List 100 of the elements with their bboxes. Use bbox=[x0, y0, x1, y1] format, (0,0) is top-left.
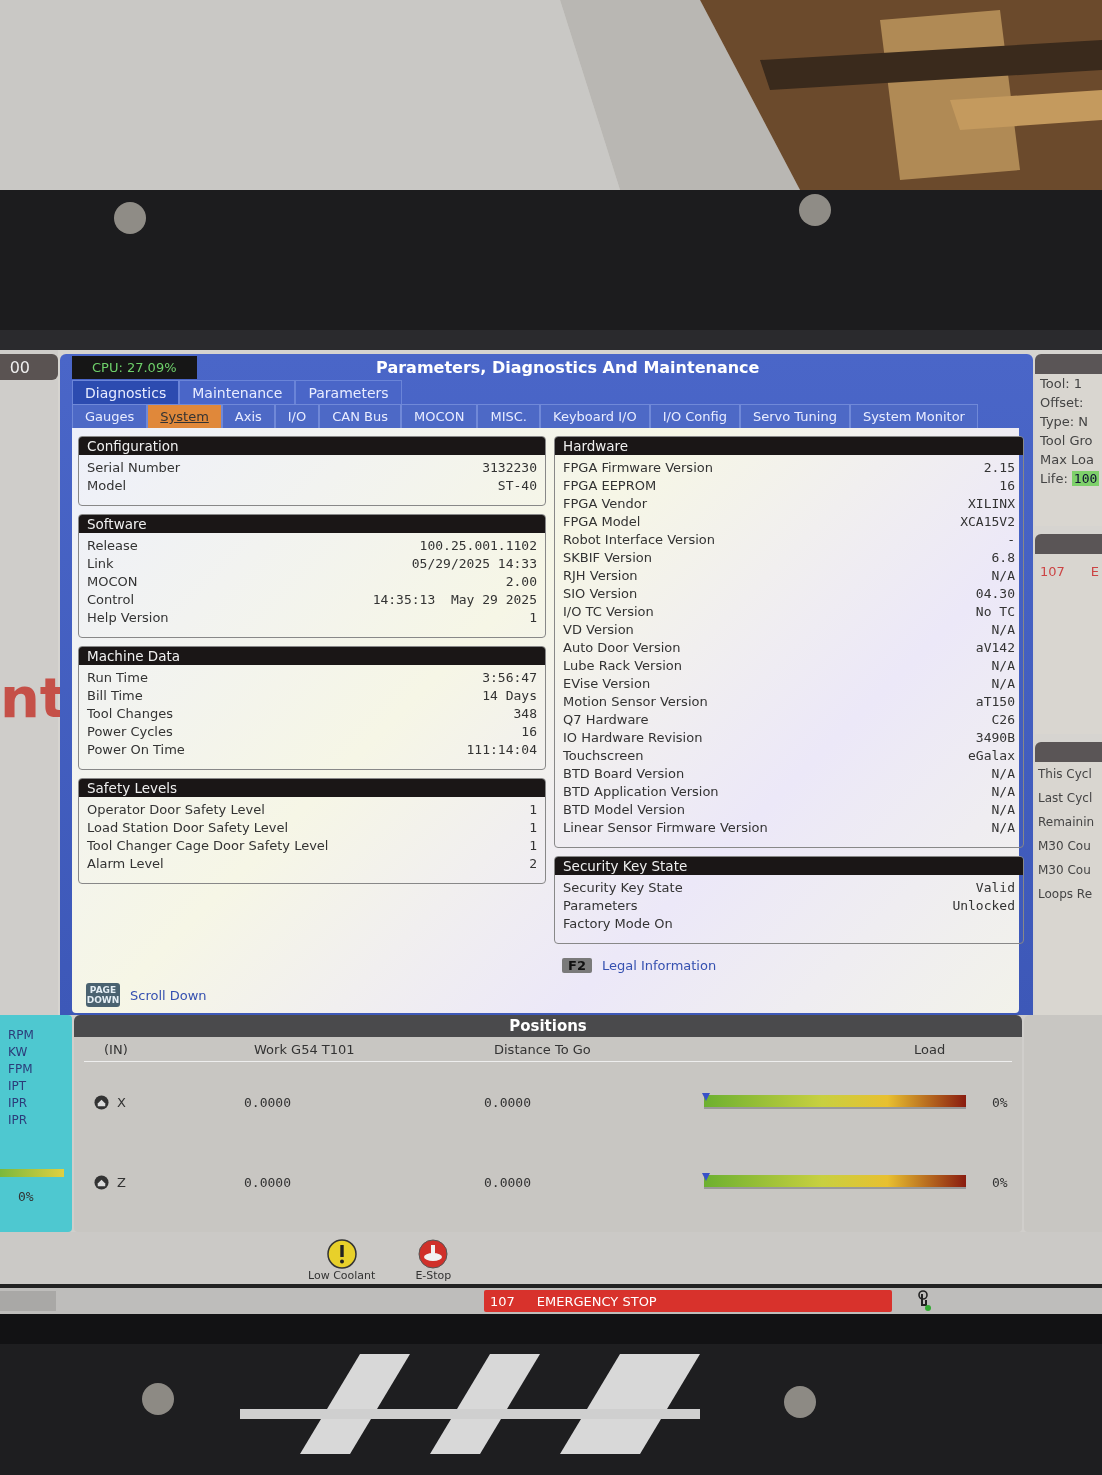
tab[interactable]: Maintenance bbox=[179, 380, 296, 404]
field-value: 16 bbox=[521, 723, 537, 741]
touch-icon[interactable] bbox=[916, 1290, 932, 1312]
panel-header: Hardware bbox=[555, 437, 1023, 455]
stop-button-icon[interactable] bbox=[418, 1239, 449, 1269]
axis-label: Z bbox=[117, 1174, 126, 1190]
alert-label: Low Coolant bbox=[308, 1269, 376, 1282]
home-icon bbox=[94, 1174, 109, 1190]
counter-label: M30 Cou bbox=[1037, 862, 1092, 879]
subtab[interactable]: I/O Config bbox=[649, 404, 740, 428]
alarm-code: 107 bbox=[1040, 564, 1065, 579]
tool-info: Max Loa bbox=[1039, 451, 1095, 469]
subtab[interactable]: I/O bbox=[274, 404, 320, 428]
subtab[interactable]: Gauges bbox=[72, 404, 148, 428]
counter-label: This Cycl bbox=[1037, 766, 1093, 783]
field-label: EVise Version bbox=[563, 675, 651, 693]
counter-label: Loops Re bbox=[1037, 886, 1094, 903]
field-label: Linear Sensor Firmware Version bbox=[563, 819, 768, 837]
field-value: XCA15V2 bbox=[960, 513, 1015, 531]
field-label: BTD Model Version bbox=[563, 801, 685, 819]
window-title: Parameters, Diagnostics And Maintenance bbox=[375, 357, 761, 377]
unit-label: IPR bbox=[8, 1095, 29, 1112]
load-reading: 0% bbox=[17, 1189, 35, 1204]
field-value: 1 bbox=[529, 609, 537, 627]
field-value: 111:14:04 bbox=[466, 741, 537, 759]
column-header: (IN) bbox=[104, 1041, 129, 1057]
field-value: 16 bbox=[999, 477, 1015, 495]
field-label: Model bbox=[87, 477, 127, 495]
column-header: Work G54 T101 bbox=[254, 1041, 356, 1057]
panel-header bbox=[1035, 534, 1102, 554]
unit-label: IPT bbox=[8, 1078, 28, 1095]
f2-key[interactable]: F2 bbox=[562, 958, 592, 973]
field-label: FPGA EEPROM bbox=[563, 477, 657, 495]
field-value: C26 bbox=[991, 711, 1015, 729]
field-value: Unlocked bbox=[952, 897, 1015, 915]
subtab[interactable]: Keyboard I/O bbox=[540, 404, 650, 428]
field-value: 1 bbox=[529, 801, 537, 819]
field-label: Tool Changer Cage Door Safety Level bbox=[87, 837, 329, 855]
subtab[interactable]: System bbox=[147, 404, 222, 428]
panel-header: Safety Levels bbox=[79, 779, 545, 797]
field-value: N/A bbox=[991, 567, 1015, 585]
field-label: Lube Rack Version bbox=[563, 657, 682, 675]
field-value: 2.00 bbox=[505, 573, 537, 591]
position-value: 0.0000 bbox=[244, 1094, 292, 1110]
field-label: Alarm Level bbox=[87, 855, 164, 873]
field-value: 6.8 bbox=[991, 549, 1015, 567]
field-label: Q7 Hardware bbox=[563, 711, 649, 729]
field-label: Parameters bbox=[563, 897, 638, 915]
position-value: 0.0000 bbox=[484, 1174, 532, 1190]
subtab[interactable]: Axis bbox=[221, 404, 275, 428]
counter-label: Remainin bbox=[1037, 814, 1096, 831]
page-down-key[interactable]: PAGE DOWN bbox=[86, 983, 120, 1007]
field-label: FPGA Model bbox=[563, 513, 641, 531]
tool-info: Offset: bbox=[1039, 394, 1085, 412]
warning-icon[interactable] bbox=[326, 1239, 357, 1269]
cpu-indicator: CPU: 27.09% bbox=[72, 355, 197, 379]
field-label: SKBIF Version bbox=[563, 549, 652, 567]
field-label: Control bbox=[87, 591, 134, 609]
display-value: 00 bbox=[9, 357, 30, 377]
field-value: N/A bbox=[991, 657, 1015, 675]
subtab[interactable]: System Monitor bbox=[849, 404, 978, 428]
field-label: Bill Time bbox=[87, 687, 143, 705]
link[interactable]: Legal Information bbox=[601, 958, 717, 973]
subtab[interactable]: MISC. bbox=[477, 404, 540, 428]
panel-header bbox=[1035, 354, 1102, 374]
tab[interactable]: Diagnostics bbox=[72, 380, 180, 404]
field-label: FPGA Firmware Version bbox=[563, 459, 713, 477]
subtab[interactable]: CAN Bus bbox=[319, 404, 401, 428]
alarm-text: E bbox=[1090, 564, 1100, 579]
panel-header: Machine Data bbox=[79, 647, 545, 665]
field-label: Help Version bbox=[87, 609, 169, 627]
field-label: IO Hardware Revision bbox=[563, 729, 703, 747]
field-label: BTD Board Version bbox=[563, 765, 685, 783]
field-label: Tool Changes bbox=[87, 705, 173, 723]
field-value: No TC bbox=[975, 603, 1015, 621]
unit-label: FPM bbox=[8, 1061, 34, 1078]
field-value: 14:35:13 May 29 2025 bbox=[372, 591, 537, 609]
column-header: Load bbox=[913, 1041, 947, 1057]
field-label: Load Station Door Safety Level bbox=[87, 819, 289, 837]
field-label: Robot Interface Version bbox=[563, 531, 715, 549]
field-value: 04.30 bbox=[975, 585, 1015, 603]
subtab[interactable]: MOCON bbox=[401, 404, 478, 428]
subtab[interactable]: Servo Tuning bbox=[740, 404, 850, 428]
tool-info: Tool Gro bbox=[1039, 432, 1094, 450]
field-value: N/A bbox=[991, 675, 1015, 693]
field-value: 1 bbox=[529, 837, 537, 855]
alarm-code: 107 bbox=[490, 1293, 515, 1309]
field-label: RJH Version bbox=[563, 567, 638, 585]
tab[interactable]: Parameters bbox=[295, 380, 402, 404]
field-label: Motion Sensor Version bbox=[563, 693, 708, 711]
field-value: 05/29/2025 14:33 bbox=[411, 555, 537, 573]
field-value: N/A bbox=[991, 801, 1015, 819]
field-label: I/O TC Version bbox=[563, 603, 654, 621]
field-label: Serial Number bbox=[87, 459, 181, 477]
field-label: Operator Door Safety Level bbox=[87, 801, 265, 819]
field-value: 3132230 bbox=[482, 459, 537, 477]
unit-label: KW bbox=[8, 1044, 29, 1061]
load-reading: 0% bbox=[992, 1094, 1008, 1110]
field-value: 2 bbox=[529, 855, 537, 873]
field-label: Security Key State bbox=[563, 879, 683, 897]
